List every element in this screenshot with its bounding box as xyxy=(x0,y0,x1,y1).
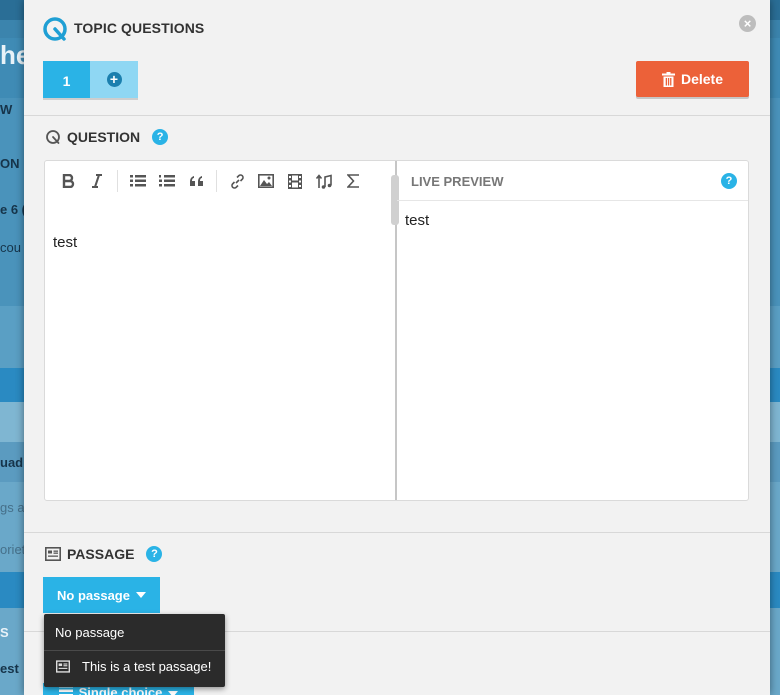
question-icon xyxy=(45,129,61,145)
dropdown-separator xyxy=(44,650,225,651)
question-section-label: QUESTION ? xyxy=(45,129,169,145)
passage-dropdown-button[interactable]: No passage xyxy=(43,577,160,613)
link-icon[interactable] xyxy=(226,170,248,192)
question-editor: test LIVE PREVIEW ? test xyxy=(44,160,749,501)
caret-down-icon xyxy=(168,691,179,695)
question-editor-text[interactable]: test xyxy=(53,234,77,251)
app-logo-icon xyxy=(43,17,67,41)
passage-dropdown-label: No passage xyxy=(57,587,130,603)
passage-icon xyxy=(56,660,70,673)
dropdown-item-no-passage[interactable]: No passage xyxy=(55,625,124,640)
image-icon[interactable] xyxy=(255,170,277,192)
modal-header: TOPIC QUESTIONS × 1 + Delete xyxy=(24,0,770,116)
add-question-button[interactable]: + xyxy=(90,61,138,98)
passage-dropdown-menu: No passage This is a test passage! xyxy=(44,614,225,687)
passage-label: PASSAGE xyxy=(67,546,135,562)
delete-button[interactable]: Delete xyxy=(636,61,749,97)
live-preview-header: LIVE PREVIEW ? xyxy=(397,161,748,201)
passage-help-icon[interactable]: ? xyxy=(146,546,163,562)
live-preview-title: LIVE PREVIEW xyxy=(411,174,504,189)
question-help-icon[interactable]: ? xyxy=(152,129,169,145)
caret-down-icon xyxy=(135,592,146,598)
topic-questions-modal: TOPIC QUESTIONS × 1 + Delete QUESTION ? … xyxy=(24,0,770,695)
section-divider xyxy=(24,532,770,533)
question-tabs: 1 + xyxy=(43,61,138,98)
modal-title: TOPIC QUESTIONS xyxy=(74,20,205,36)
preview-help-icon[interactable]: ? xyxy=(721,173,737,189)
dropdown-item-test-passage[interactable]: This is a test passage! xyxy=(56,659,211,674)
trash-icon xyxy=(661,71,675,87)
editor-toolbar xyxy=(45,161,395,201)
passage-icon xyxy=(45,547,61,561)
quote-icon[interactable] xyxy=(185,170,207,192)
dropdown-item-label: This is a test passage! xyxy=(82,659,212,674)
ordered-list-icon[interactable] xyxy=(156,170,178,192)
audio-icon[interactable] xyxy=(313,170,335,192)
bold-icon[interactable] xyxy=(57,170,79,192)
formula-icon[interactable] xyxy=(342,170,364,192)
delete-button-label: Delete xyxy=(680,71,724,87)
close-button[interactable]: × xyxy=(739,15,756,32)
italic-icon[interactable] xyxy=(86,170,108,192)
tab-question-1[interactable]: 1 xyxy=(43,61,90,98)
toolbar-separator xyxy=(216,170,217,192)
passage-section-label: PASSAGE ? xyxy=(45,546,163,562)
question-label: QUESTION xyxy=(67,129,141,145)
video-icon[interactable] xyxy=(284,170,306,192)
toolbar-separator xyxy=(117,170,118,192)
live-preview-text: test xyxy=(405,212,430,229)
unordered-list-icon[interactable] xyxy=(127,170,149,192)
plus-circle-icon: + xyxy=(106,72,122,87)
